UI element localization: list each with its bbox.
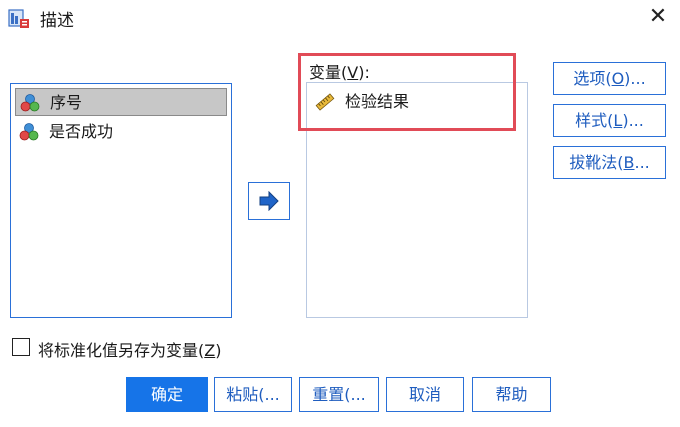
close-button[interactable]: ✕ [644, 4, 672, 30]
source-variable-list[interactable]: 序号 是否成功 [10, 83, 232, 318]
highlight-annotation [298, 53, 516, 131]
save-standardized-checkbox[interactable] [12, 338, 30, 356]
list-item-label: 序号 [50, 93, 83, 112]
options-button[interactable]: 选项(O)... [553, 62, 666, 95]
bootstrap-button[interactable]: 拔靴法(B... [553, 146, 666, 179]
style-button[interactable]: 样式(L)... [553, 104, 666, 137]
reset-button[interactable]: 重置(... [299, 377, 379, 412]
title-bar: 描述 ✕ [0, 0, 680, 34]
close-icon: ✕ [648, 4, 668, 29]
paste-button[interactable]: 粘贴(... [214, 377, 292, 412]
list-item[interactable]: 序号 [15, 88, 227, 116]
window-title: 描述 [40, 11, 74, 31]
spss-app-icon [8, 9, 29, 28]
ok-button[interactable]: 确定 [126, 377, 208, 412]
list-item[interactable]: 是否成功 [15, 118, 227, 146]
save-standardized-label: 将标准化值另存为变量(Z) [38, 341, 222, 360]
list-item-label: 是否成功 [49, 122, 114, 141]
nominal-variable-icon [20, 94, 40, 112]
cancel-button[interactable]: 取消 [386, 377, 464, 412]
nominal-variable-icon [19, 123, 39, 141]
move-to-variables-button[interactable] [248, 182, 290, 220]
help-button[interactable]: 帮助 [472, 377, 551, 412]
arrow-right-icon [259, 191, 279, 211]
